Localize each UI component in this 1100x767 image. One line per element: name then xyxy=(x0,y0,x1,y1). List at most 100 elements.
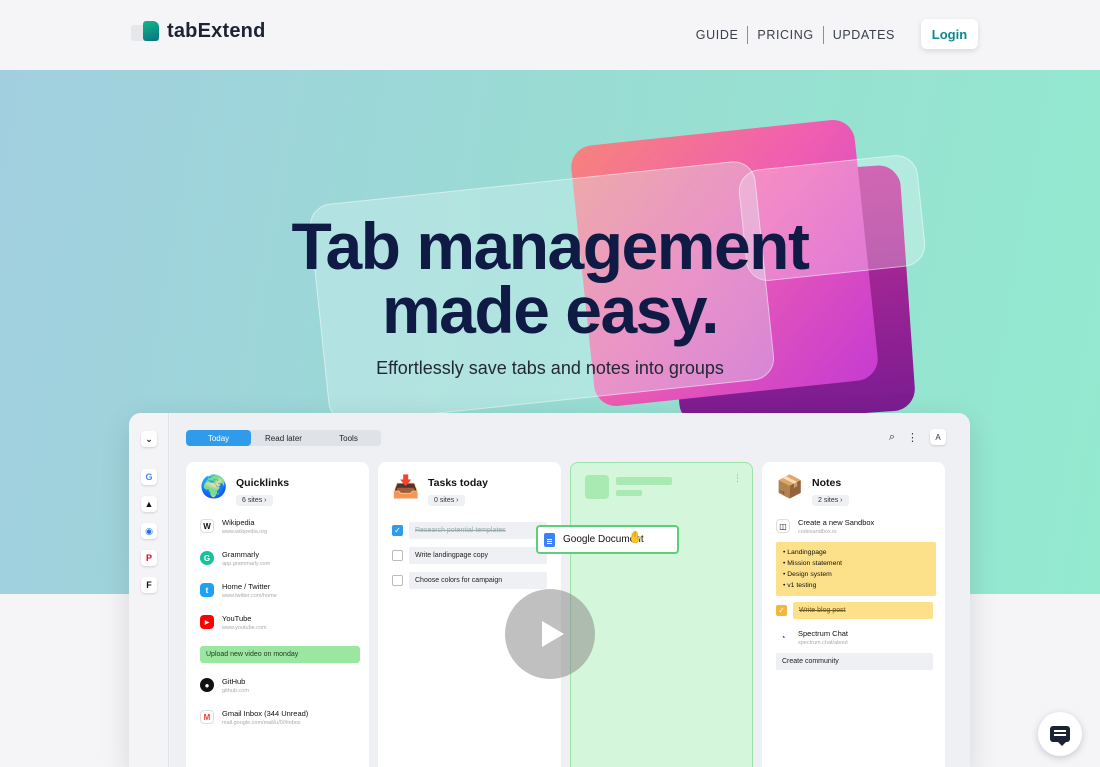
nav-guide[interactable]: GUIDE xyxy=(687,28,748,42)
more-options-icon[interactable]: ⋮ xyxy=(907,431,918,444)
task-item[interactable]: ✓ Write blog post xyxy=(776,602,936,619)
google-docs-icon xyxy=(544,532,555,547)
grammarly-icon: G xyxy=(200,551,214,565)
list-item[interactable]: ◫ Create a new Sandbox codesandbox.io xyxy=(776,518,936,542)
more-options-icon[interactable]: ⋮ xyxy=(733,473,742,484)
item-title: GitHub xyxy=(222,677,246,686)
package-icon: 📦 xyxy=(776,474,804,499)
column-header: 🌍 Quicklinks 6 sites › xyxy=(200,474,289,507)
item-title: YouTube xyxy=(222,614,252,623)
tab-read-later[interactable]: Read later xyxy=(251,430,316,446)
inbox-tray-icon: 📥 xyxy=(392,474,420,499)
placeholder-icon xyxy=(585,475,609,499)
group-tabs: Today Read later Tools xyxy=(186,430,381,446)
note-card[interactable]: • Landingpage • Mission statement • Desi… xyxy=(776,542,936,596)
task-item[interactable]: Write landingpage copy xyxy=(392,543,552,568)
checkbox[interactable] xyxy=(392,575,403,586)
dragged-tab-card[interactable]: Google Document xyxy=(536,525,679,554)
item-url: github.com xyxy=(222,688,249,694)
drive-icon[interactable]: ▲ xyxy=(141,496,157,512)
toolbar: ⌕ ⋮ A xyxy=(889,429,946,445)
placeholder-title xyxy=(616,477,672,485)
list-item[interactable]: G Grammarly app.grammarly.com xyxy=(200,550,360,582)
gmail-icon: M xyxy=(200,710,214,724)
task-item[interactable]: Choose colors for campaign xyxy=(392,568,552,593)
codesandbox-icon: ◫ xyxy=(776,519,790,533)
column-header: 📥 Tasks today 0 sites › xyxy=(392,474,488,507)
youtube-icon: ▶ xyxy=(200,615,214,629)
task-text[interactable]: Create community xyxy=(776,653,933,670)
list-item[interactable]: ● GitHub github.com xyxy=(200,677,360,709)
hero-title: Tab management made easy. xyxy=(0,209,1100,347)
column-title: Tasks today xyxy=(428,477,488,489)
item-url: app.grammarly.com xyxy=(222,561,271,567)
google-icon[interactable]: G xyxy=(141,469,157,485)
login-button[interactable]: Login xyxy=(921,19,978,49)
video-play-button[interactable] xyxy=(505,589,595,679)
chevron-down-icon[interactable]: ⌄ xyxy=(141,431,157,447)
globe-icon: 🌍 xyxy=(200,474,228,499)
site-header: tabExtend GUIDE PRICING UPDATES Login xyxy=(0,0,1100,70)
site-count-badge[interactable]: 0 sites › xyxy=(428,495,465,506)
task-text: Write landingpage copy xyxy=(409,547,547,564)
task-text: Research potential templates xyxy=(409,522,547,539)
item-url: codesandbox.io xyxy=(798,529,837,535)
nav-updates[interactable]: UPDATES xyxy=(824,28,904,42)
tab-today[interactable]: Today xyxy=(186,430,251,446)
chat-widget-button[interactable] xyxy=(1038,712,1082,756)
site-count-badge[interactable]: 6 sites › xyxy=(236,495,273,506)
twitter-icon: t xyxy=(200,583,214,597)
hero-title-line: Tab management xyxy=(291,209,810,283)
task-item[interactable]: ✓ Research potential templates xyxy=(392,518,552,543)
task-list: ✓ Research potential templates Write lan… xyxy=(392,518,552,593)
item-url: mail.google.com/mail/u/0/#inbox xyxy=(222,720,301,726)
pinterest-icon[interactable]: P xyxy=(141,550,157,566)
search-icon[interactable]: ⌕ xyxy=(889,431,895,444)
item-url: spectrum.chat/about xyxy=(798,640,848,646)
framer-icon[interactable]: F xyxy=(141,577,157,593)
task-text: Write blog post xyxy=(793,602,933,619)
checkbox[interactable] xyxy=(392,550,403,561)
item-title: Create a new Sandbox xyxy=(798,518,875,527)
github-icon: ● xyxy=(200,678,214,692)
item-title: Home / Twitter xyxy=(222,582,271,591)
brand-logo[interactable]: tabExtend xyxy=(131,19,265,43)
checkbox-checked[interactable]: ✓ xyxy=(776,605,787,616)
grab-cursor-icon: ✋ xyxy=(628,530,643,544)
safari-icon[interactable]: ◉ xyxy=(141,523,157,539)
item-title: Spectrum Chat xyxy=(798,629,849,638)
note-line: • v1 testing xyxy=(783,582,817,589)
checkbox-checked[interactable]: ✓ xyxy=(392,525,403,536)
list-item[interactable]: ◔ Spectrum Chat spectrum.chat/about xyxy=(776,629,936,653)
side-rail: ⌄ G ▲ ◉ P F xyxy=(129,413,169,767)
note-item[interactable]: Upload new video on monday xyxy=(200,646,360,663)
note-line: • Design system xyxy=(783,571,832,578)
list-item[interactable]: W Wikipedia www.wikipedia.org xyxy=(200,518,360,550)
avatar[interactable]: A xyxy=(930,429,946,445)
column-header: 📦 Notes 2 sites › xyxy=(776,474,849,507)
item-url: www.youtube.com xyxy=(222,625,267,631)
list-item[interactable]: t Home / Twitter www.twitter.com/home xyxy=(200,582,360,614)
placeholder-count xyxy=(616,490,642,496)
item-title: Gmail Inbox (344 Unread) xyxy=(222,709,309,718)
site-count-badge[interactable]: 2 sites › xyxy=(812,495,849,506)
item-title: Wikipedia xyxy=(222,518,255,527)
list-item[interactable]: M Gmail Inbox (344 Unread) mail.google.co… xyxy=(200,709,360,741)
new-group-drop-zone[interactable]: ⋮ xyxy=(570,462,753,767)
task-text: Choose colors for campaign xyxy=(409,572,547,589)
spectrum-icon: ◔ xyxy=(776,630,790,644)
hero-title-line: made easy. xyxy=(381,273,720,347)
tab-tools[interactable]: Tools xyxy=(316,430,381,446)
play-icon xyxy=(542,621,564,647)
nav-pricing[interactable]: PRICING xyxy=(748,28,822,42)
group-column-quicklinks: 🌍 Quicklinks 6 sites › W Wikipedia www.wi… xyxy=(186,462,369,767)
item-url: www.twitter.com/home xyxy=(222,593,277,599)
link-list: W Wikipedia www.wikipedia.org G Grammarly… xyxy=(200,518,360,741)
wikipedia-icon: W xyxy=(200,519,214,533)
note-line: • Landingpage xyxy=(783,549,827,556)
item-title: Grammarly xyxy=(222,550,260,559)
hero-subtitle: Effortlessly save tabs and notes into gr… xyxy=(376,358,724,378)
column-title: Quicklinks xyxy=(236,477,290,489)
chat-icon xyxy=(1050,726,1070,746)
list-item[interactable]: ▶ YouTube www.youtube.com xyxy=(200,614,360,646)
